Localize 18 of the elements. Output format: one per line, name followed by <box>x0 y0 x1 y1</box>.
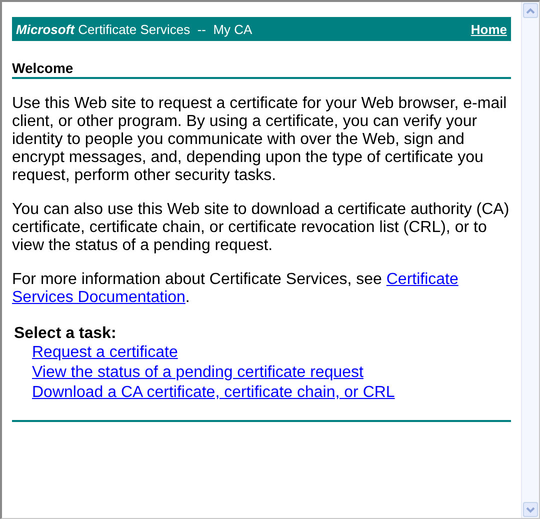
documentation-link[interactable]: Certificate <box>386 271 458 288</box>
up-chevron-icon <box>526 8 535 14</box>
scroll-down-button[interactable] <box>523 502 538 517</box>
page-title: Microsoft Certificate Services -- My CA <box>16 22 252 36</box>
intro-paragraph: You can also use this Web site to download a certificate authority (CA) certificate, certificate chain, or certificate revocation list (CRL), or to view the status of a pending request. <box>12 201 510 255</box>
home-link[interactable]: Home <box>470 22 507 36</box>
intro-paragraph: Use this Web site to request a certificate for your Web browser, e-mail client, or other program. By using a certificate, you can verify your identity to people you communicate with over the Web, sign and encrypt messages, and, depending upon the type of certificate you request, perform other security tasks. <box>12 95 508 185</box>
task-label: Select a task: <box>14 325 118 343</box>
period-text: . <box>185 289 190 306</box>
down-chevron-icon <box>526 506 535 512</box>
documentation-link[interactable]: Services Documentation <box>12 289 186 306</box>
task-link[interactable]: Request a certificate <box>32 343 178 363</box>
scroll-up-button[interactable] <box>523 3 538 18</box>
task-link[interactable]: Download a CA certificate, certificate chain, or CRL <box>32 383 395 403</box>
info-text: For more information about Certificate Services, see <box>12 271 383 288</box>
scrollbar[interactable] <box>521 2 539 518</box>
page-heading: Welcome <box>12 60 511 79</box>
task-link[interactable]: View the status of a pending certificate request <box>32 363 364 383</box>
